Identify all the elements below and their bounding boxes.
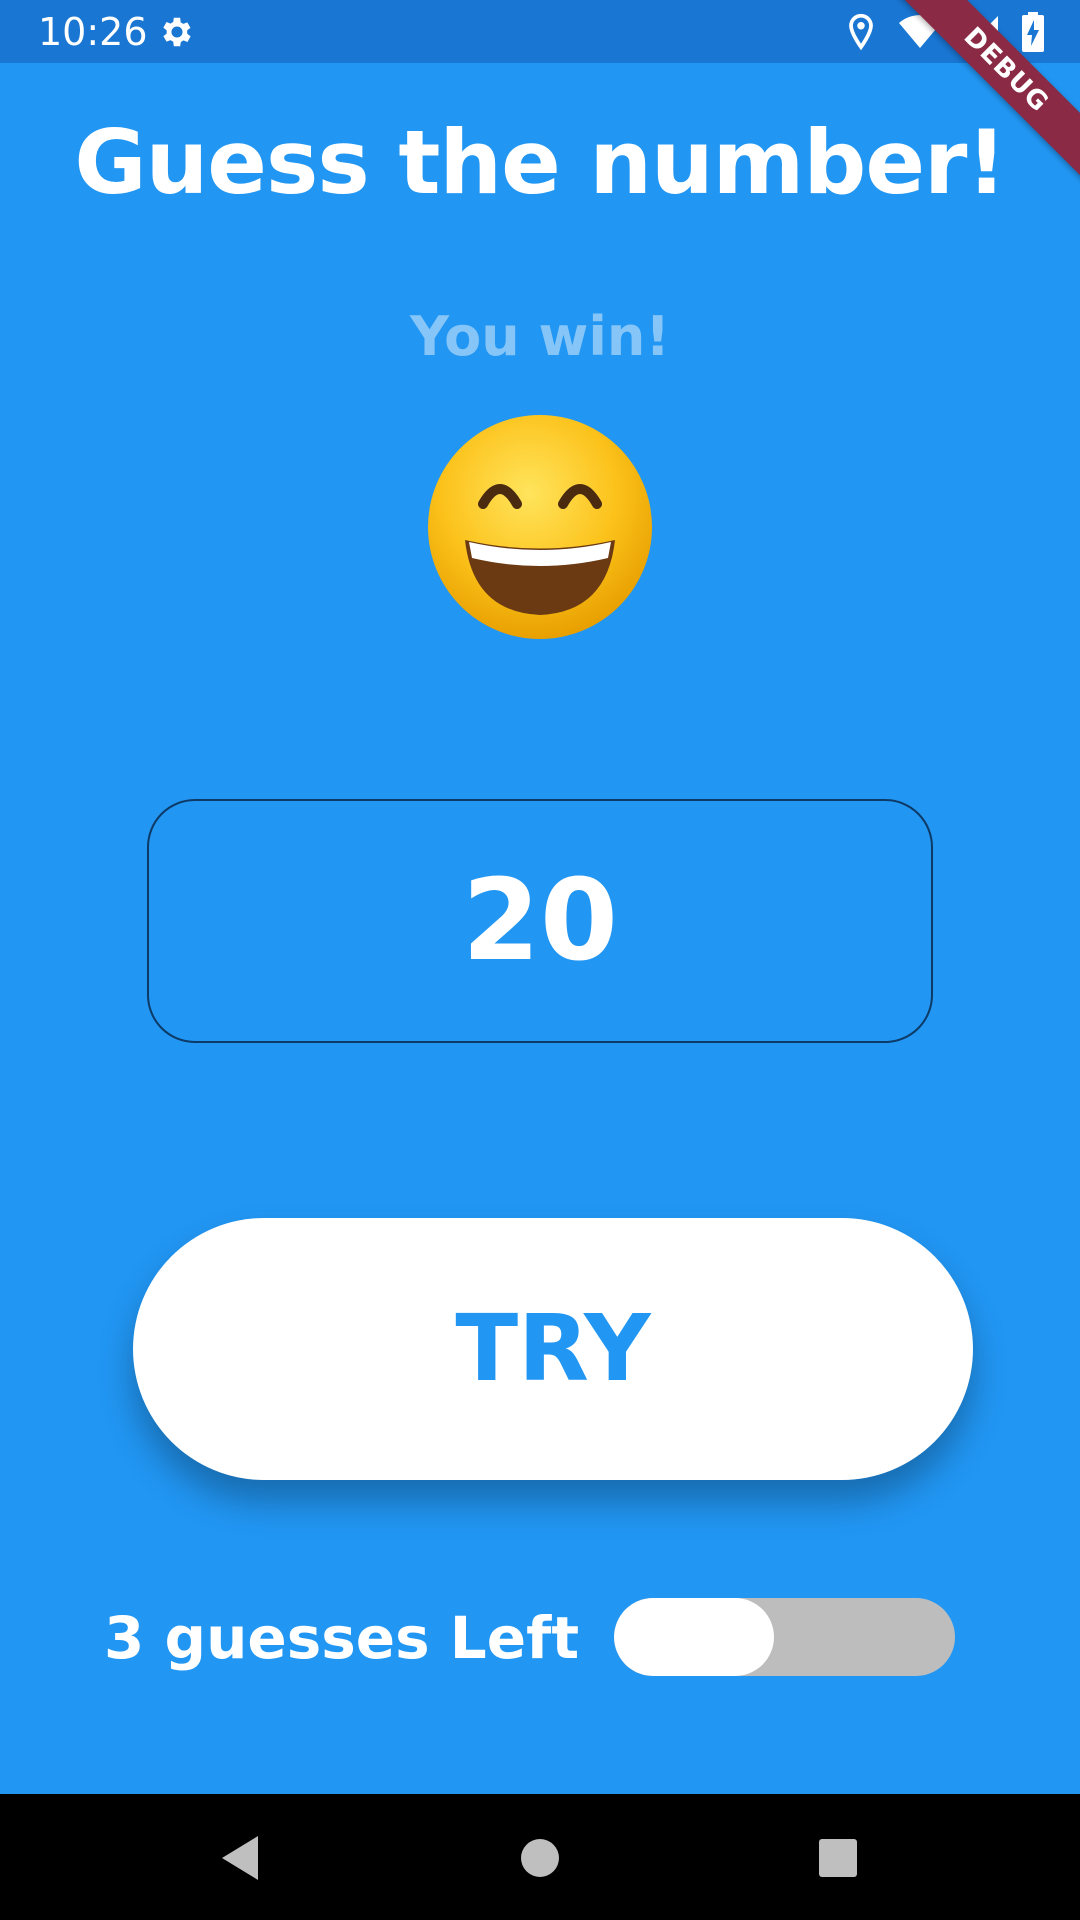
guesses-left-progress [614, 1598, 955, 1676]
recents-button[interactable] [808, 1828, 868, 1888]
home-icon [521, 1839, 559, 1877]
page-title: Guess the number! [74, 111, 1006, 214]
home-button[interactable] [510, 1828, 570, 1888]
grinning-face-emoji-icon [428, 415, 652, 639]
battery-charging-icon [1022, 12, 1044, 52]
navigation-bar [0, 1794, 1080, 1920]
back-button[interactable] [210, 1828, 270, 1888]
gear-icon [163, 17, 191, 47]
result-message: You win! [410, 305, 670, 368]
location-icon [849, 13, 873, 51]
recents-icon [819, 1839, 857, 1877]
try-button-label: TRY [455, 1295, 651, 1402]
guess-game-screen: 10:26 DEBUG Guess the number! You win! 2… [0, 0, 1080, 1920]
status-time: 10:26 [38, 10, 148, 54]
guess-number-input[interactable]: 20 [147, 799, 933, 1043]
back-icon [222, 1836, 258, 1880]
guesses-left-progress-fill [614, 1598, 775, 1676]
guess-number-value: 20 [462, 856, 618, 986]
try-button[interactable]: TRY [133, 1218, 973, 1480]
guesses-left-label: 3 guesses Left [104, 1604, 580, 1672]
